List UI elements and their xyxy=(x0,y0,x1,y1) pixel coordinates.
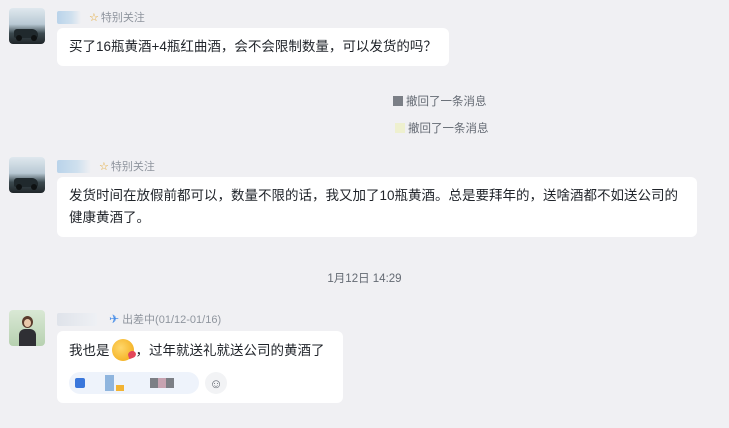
message-text-before: 我也是 xyxy=(69,343,110,358)
star-icon: ☆ xyxy=(89,11,99,24)
avatar-wheel xyxy=(31,184,37,190)
sender-name[interactable] xyxy=(57,10,81,24)
star-icon: ☆ xyxy=(99,160,109,173)
reader-avatar xyxy=(166,378,174,388)
reader-avatar xyxy=(150,378,158,388)
avatar-wheel xyxy=(31,35,37,41)
avatar-body xyxy=(19,329,36,346)
message-text: 买了16瓶黄酒+4瓶红曲酒，会不会限制数量，可以发货的吗？ xyxy=(69,39,437,54)
reaction-row: ☺ xyxy=(69,372,227,394)
message-text-after: ，过年就送礼就送公司的黄酒了 xyxy=(135,343,325,358)
timestamp-divider: 1月12日 14:29 xyxy=(327,273,402,285)
read-receipt-badge-icon xyxy=(75,378,85,388)
avatar-wheel xyxy=(16,35,22,41)
recall-notice: 撤回了一条消息 xyxy=(395,120,489,136)
sender-name[interactable] xyxy=(57,312,97,326)
sender-name[interactable] xyxy=(57,159,91,173)
airplane-icon: ✈ xyxy=(109,312,120,326)
sender-name-row: ☆ 特别关注 xyxy=(57,9,145,25)
recall-text: 撤回了一条消息 xyxy=(408,123,489,135)
recall-notice: 撤回了一条消息 xyxy=(393,93,487,109)
message-bubble[interactable]: 发货时间在放假前都可以，数量不限的话，我又加了10瓶黄酒。总是要拜年的，送啥酒都… xyxy=(57,177,697,237)
recall-text: 撤回了一条消息 xyxy=(406,96,487,108)
sender-name-row: ✈ 出差中(01/12-01/16) xyxy=(57,311,221,327)
avatar-wheel xyxy=(16,184,22,190)
follow-label: 特别关注 xyxy=(100,12,145,24)
sender-avatar[interactable] xyxy=(9,157,45,193)
travel-status: 出差中(01/12-01/16) xyxy=(122,314,222,326)
sender-name-row: ☆ 特别关注 xyxy=(57,158,155,174)
reader-avatar xyxy=(116,385,124,391)
read-receipt-chip[interactable] xyxy=(69,372,199,394)
add-reaction-icon[interactable]: ☺ xyxy=(205,372,227,394)
sender-avatar[interactable] xyxy=(9,8,45,44)
reader-avatar xyxy=(105,375,114,391)
reader-avatar xyxy=(158,378,166,388)
avatar-face xyxy=(24,319,31,327)
recall-user-avatar xyxy=(395,123,405,133)
follow-label: 特别关注 xyxy=(110,161,155,173)
kissing-emoji-icon xyxy=(111,339,134,361)
sender-avatar[interactable] xyxy=(9,310,45,346)
message-bubble[interactable]: 买了16瓶黄酒+4瓶红曲酒，会不会限制数量，可以发货的吗？ xyxy=(57,28,449,66)
message-text: 发货时间在放假前都可以，数量不限的话，我又加了10瓶黄酒。总是要拜年的，送啥酒都… xyxy=(69,188,679,225)
recall-user-avatar xyxy=(393,96,403,106)
